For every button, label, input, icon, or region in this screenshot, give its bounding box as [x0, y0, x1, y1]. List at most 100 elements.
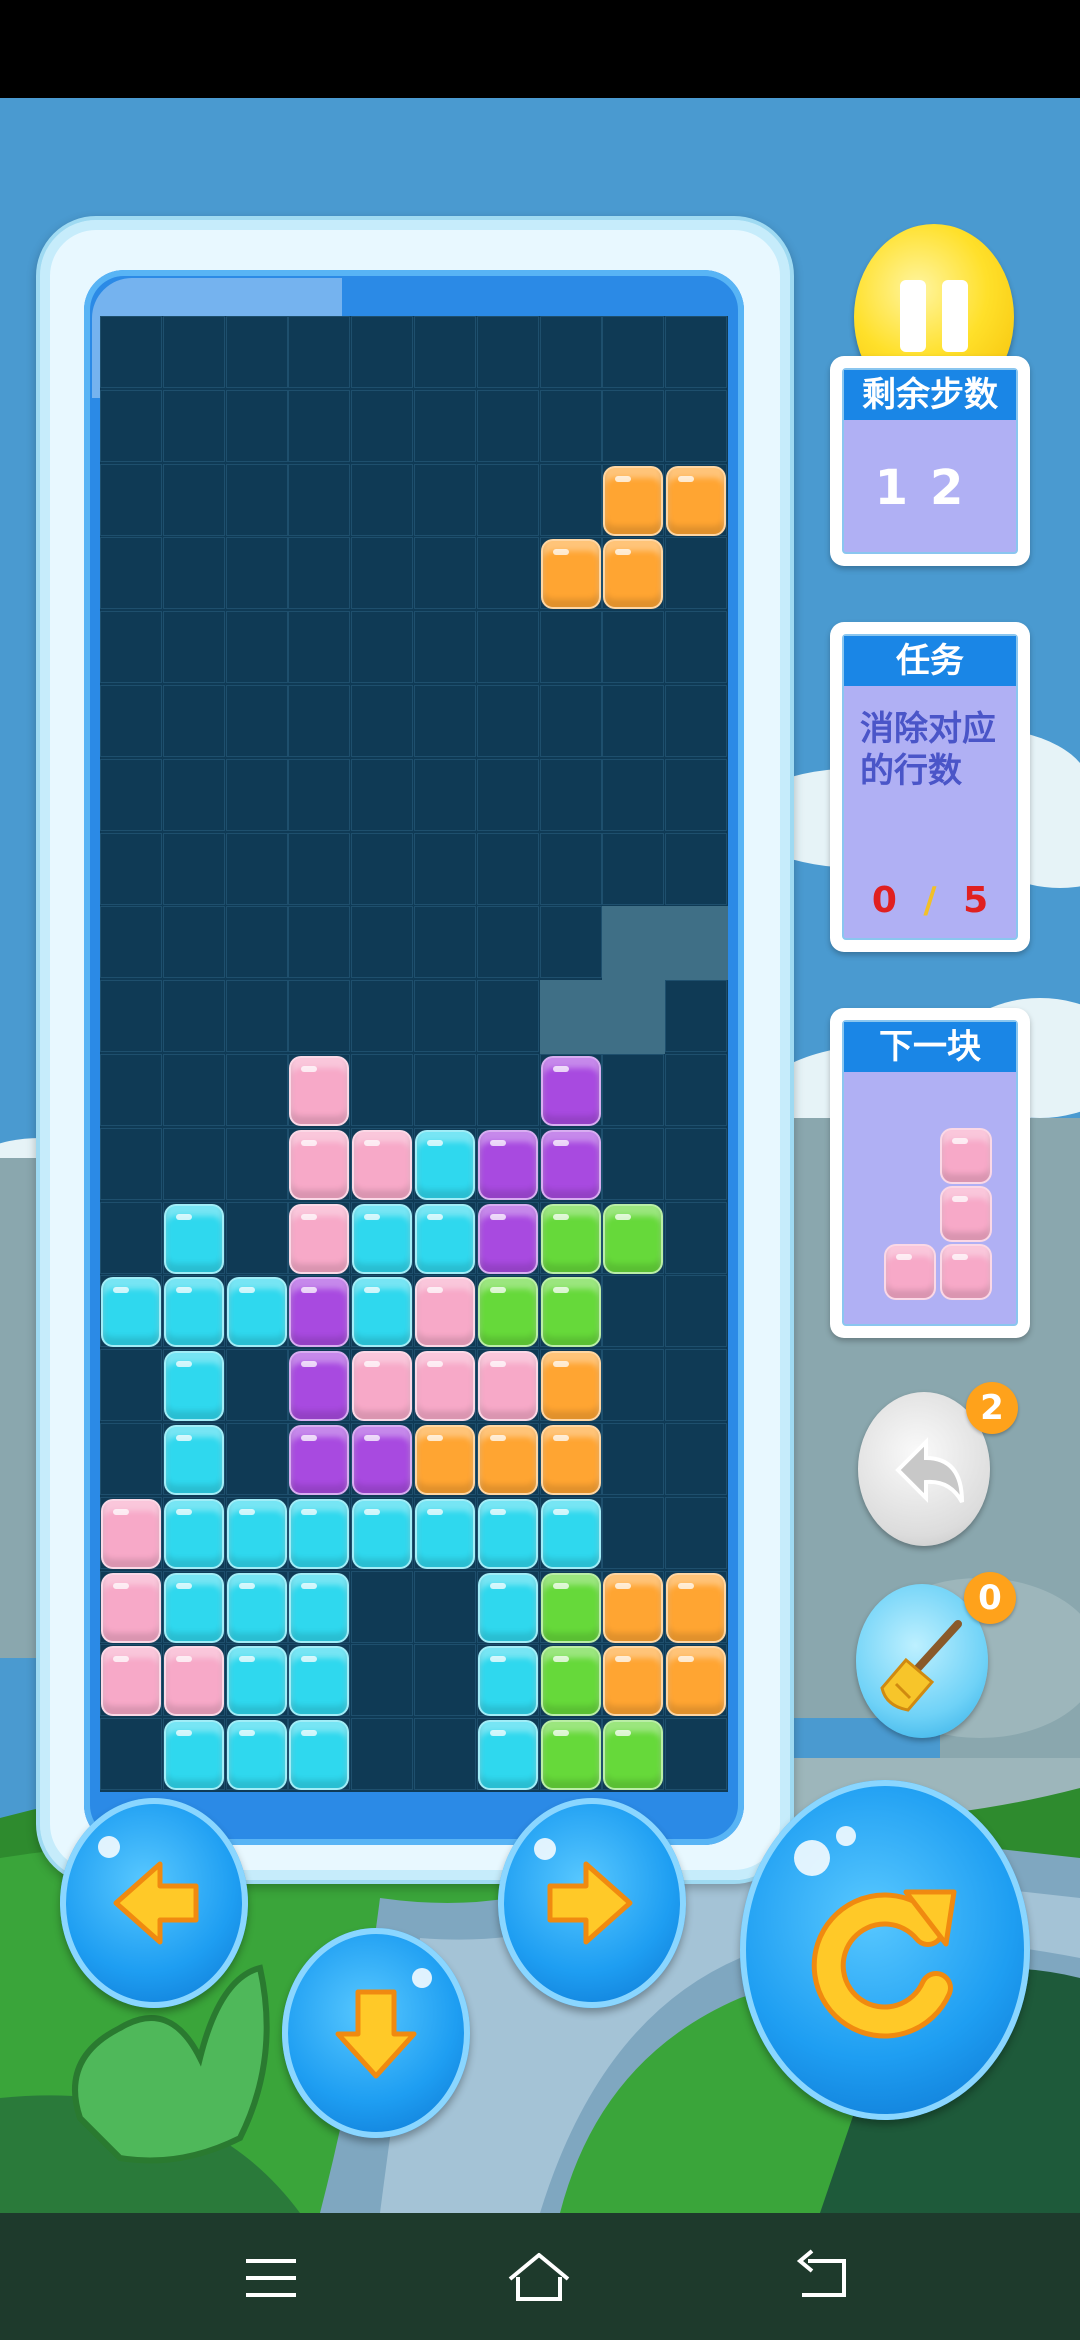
landing-shadow — [539, 980, 603, 1055]
board-cell — [351, 1054, 414, 1126]
board-cell — [665, 1423, 728, 1495]
board-cell — [665, 537, 728, 610]
board-block — [666, 1572, 727, 1643]
drop-down-button[interactable] — [282, 1928, 470, 2138]
game-board[interactable] — [100, 316, 729, 1792]
board-cell — [351, 685, 414, 757]
board-cell — [665, 1201, 728, 1274]
board-cell — [665, 1054, 728, 1126]
board-block — [415, 1351, 475, 1422]
rotate-icon — [811, 1889, 957, 2039]
board-cell — [100, 316, 162, 388]
clear-count-badge: 0 — [964, 1572, 1016, 1624]
rotate-button[interactable] — [740, 1780, 1030, 2120]
home-icon[interactable] — [504, 2243, 574, 2313]
board-cell — [162, 537, 225, 610]
board-block — [289, 1720, 350, 1791]
board-cell — [288, 906, 351, 979]
next-piece-block — [940, 1128, 992, 1184]
move-right-button[interactable] — [498, 1798, 686, 2008]
board-block — [163, 1720, 224, 1791]
status-bar — [0, 0, 1080, 98]
board-block — [415, 1203, 475, 1274]
board-cell — [100, 906, 162, 979]
board-cell — [665, 832, 728, 905]
task-progress-current: 0 — [871, 880, 897, 921]
board-cell — [665, 980, 728, 1053]
board-cell — [100, 389, 162, 462]
board-cell — [100, 537, 162, 610]
board-cell — [602, 1423, 665, 1495]
board-block — [540, 1498, 601, 1569]
board-cell — [414, 1054, 476, 1126]
board-block — [415, 1277, 475, 1348]
board-cell — [602, 685, 665, 757]
board-block — [540, 1646, 601, 1717]
board-cell — [162, 758, 225, 831]
board-block — [540, 539, 601, 610]
board-cell — [539, 758, 602, 831]
board-cell — [351, 1644, 414, 1717]
board-cell — [351, 537, 414, 610]
board-block — [477, 1720, 538, 1791]
board-block — [540, 1277, 601, 1348]
board-cell — [665, 758, 728, 831]
board-cell — [665, 1718, 728, 1791]
board-cell — [414, 685, 476, 757]
board-cell — [602, 832, 665, 905]
board-cell — [602, 1496, 665, 1569]
board-cell — [476, 316, 539, 388]
board-cell — [288, 832, 351, 905]
board-cell — [414, 316, 476, 388]
board-cell — [602, 1054, 665, 1126]
board-cell — [225, 316, 288, 388]
board-cell — [665, 1496, 728, 1569]
board-cell — [225, 389, 288, 462]
board-block — [163, 1646, 224, 1717]
board-block — [540, 1129, 601, 1200]
board-cell — [225, 832, 288, 905]
next-label: 下一块 — [844, 1022, 1016, 1072]
undo-count-badge: 2 — [966, 1382, 1018, 1434]
board-cell — [602, 1127, 665, 1200]
board-cell — [602, 1349, 665, 1422]
board-block — [603, 1203, 664, 1274]
board-cell — [225, 758, 288, 831]
board-cell — [225, 537, 288, 610]
board-cell — [288, 316, 351, 388]
board-cell — [602, 389, 665, 462]
board-cell — [414, 389, 476, 462]
board-cell — [100, 980, 162, 1053]
board-cell — [665, 1275, 728, 1348]
board-cell — [225, 1054, 288, 1126]
board-cell — [225, 1201, 288, 1274]
task-progress-target: 5 — [963, 880, 989, 921]
moves-panel-inner: 剩余步数 12 — [842, 368, 1018, 554]
board-cell — [602, 758, 665, 831]
board-cell — [162, 980, 225, 1053]
board-block — [226, 1646, 287, 1717]
back-icon[interactable] — [788, 2243, 858, 2313]
board-block — [666, 1646, 727, 1717]
board-block — [163, 1277, 224, 1348]
board-block — [477, 1498, 538, 1569]
board-cell — [414, 980, 476, 1053]
board-block — [352, 1277, 413, 1348]
board-block — [163, 1498, 224, 1569]
board-cell — [162, 906, 225, 979]
board-block — [289, 1498, 350, 1569]
board-cell — [100, 611, 162, 684]
board-block — [101, 1572, 161, 1643]
board-cell — [665, 316, 728, 388]
moves-value: 12 — [874, 460, 986, 516]
board-cell — [225, 611, 288, 684]
board-block — [477, 1277, 538, 1348]
menu-icon[interactable] — [236, 2243, 306, 2313]
board-block — [540, 1425, 601, 1495]
board-cell — [225, 1423, 288, 1495]
board-cell — [476, 389, 539, 462]
board-cell — [162, 685, 225, 757]
board-block — [540, 1203, 601, 1274]
board-block — [540, 1056, 601, 1126]
move-left-button[interactable] — [60, 1798, 248, 2008]
